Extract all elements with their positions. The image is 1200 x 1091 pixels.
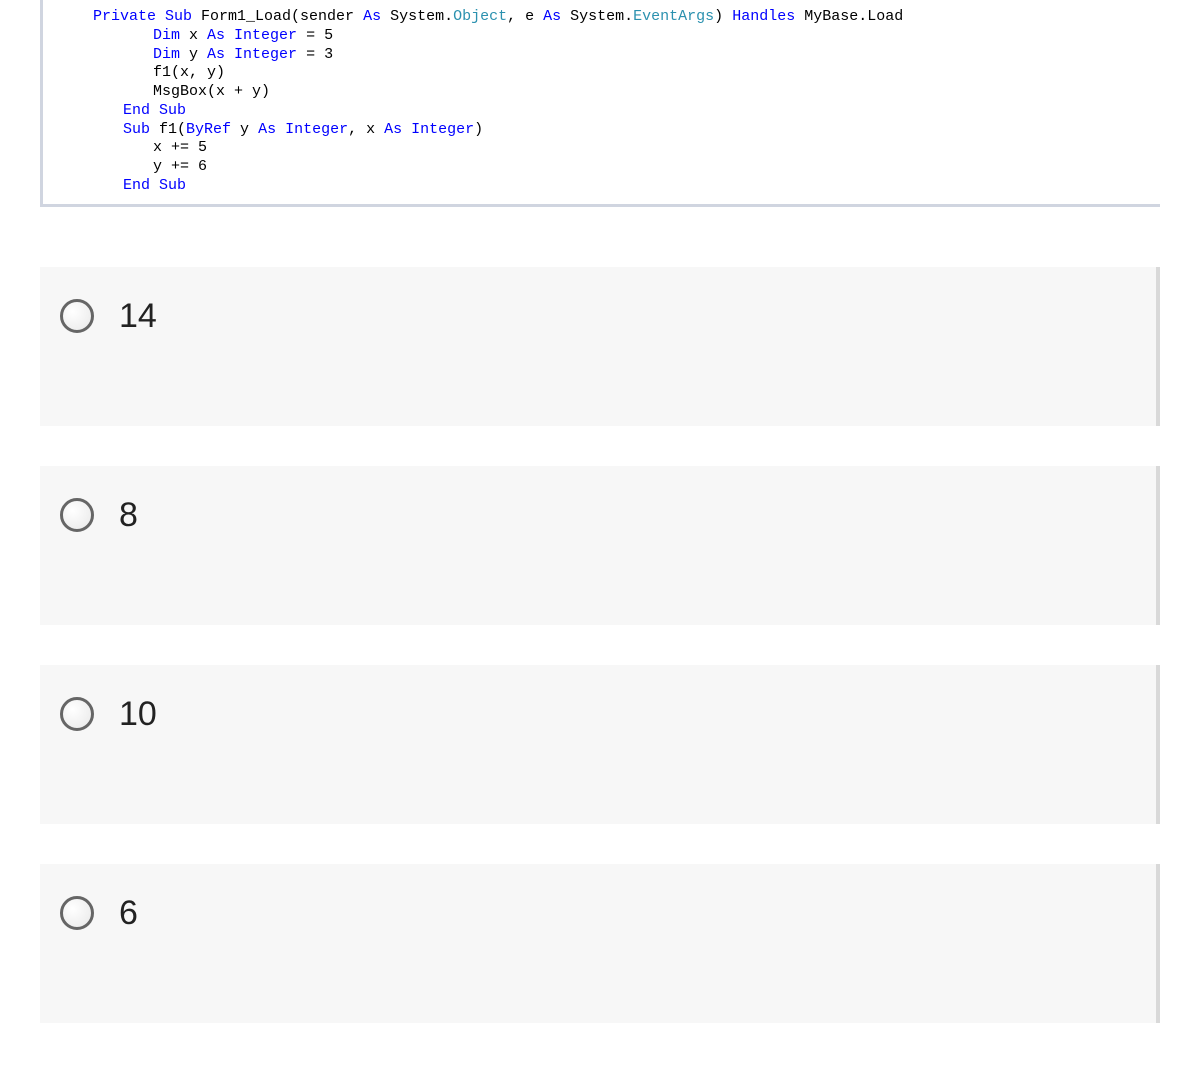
code-text: = 5 — [297, 27, 333, 44]
keyword: As — [258, 121, 276, 138]
code-text: x — [180, 27, 207, 44]
answer-option[interactable]: 8 — [40, 466, 1160, 625]
code-text: , x — [348, 121, 384, 138]
keyword: End — [123, 102, 150, 119]
code-text: f1(x, y) — [153, 64, 225, 81]
keyword: End — [123, 177, 150, 194]
keyword: As — [543, 8, 561, 25]
keyword: ByRef — [186, 121, 231, 138]
answer-option[interactable]: 10 — [40, 665, 1160, 824]
keyword: Integer — [276, 121, 348, 138]
code-text: , e — [507, 8, 543, 25]
code-text: ) — [474, 121, 483, 138]
keyword: As — [207, 27, 225, 44]
option-label: 6 — [119, 894, 138, 933]
code-block: Private Sub Form1_Load(sender As System.… — [40, 0, 1160, 207]
option-label: 10 — [119, 695, 157, 734]
radio-button[interactable] — [60, 498, 94, 532]
keyword: Integer — [402, 121, 474, 138]
code-text: ) — [714, 8, 732, 25]
keyword: Handles — [732, 8, 795, 25]
code-text: Form1_Load(sender — [192, 8, 363, 25]
keyword: Integer — [225, 27, 297, 44]
keyword: As — [363, 8, 381, 25]
radio-button[interactable] — [60, 697, 94, 731]
code-text: MyBase.Load — [795, 8, 903, 25]
code-text: = 3 — [297, 46, 333, 63]
answer-option[interactable]: 14 — [40, 267, 1160, 426]
keyword: Integer — [225, 46, 297, 63]
code-text: System. — [381, 8, 453, 25]
type: Object — [453, 8, 507, 25]
keyword: Sub — [150, 177, 186, 194]
keyword: Sub — [156, 8, 192, 25]
code-text: y — [231, 121, 258, 138]
type: EventArgs — [633, 8, 714, 25]
keyword: Sub — [150, 102, 186, 119]
keyword: Private — [93, 8, 156, 25]
keyword: As — [207, 46, 225, 63]
answer-option[interactable]: 6 — [40, 864, 1160, 1023]
keyword: Sub — [123, 121, 150, 138]
option-label: 8 — [119, 496, 138, 535]
code-text: y — [180, 46, 207, 63]
code-text: x += 5 — [153, 139, 207, 156]
code-text: System. — [561, 8, 633, 25]
radio-button[interactable] — [60, 299, 94, 333]
keyword: Dim — [153, 27, 180, 44]
code-text: f1( — [150, 121, 186, 138]
code-text: y += 6 — [153, 158, 207, 175]
option-label: 14 — [119, 297, 157, 336]
code-text: MsgBox(x + y) — [153, 83, 270, 100]
radio-button[interactable] — [60, 896, 94, 930]
keyword: As — [384, 121, 402, 138]
keyword: Dim — [153, 46, 180, 63]
